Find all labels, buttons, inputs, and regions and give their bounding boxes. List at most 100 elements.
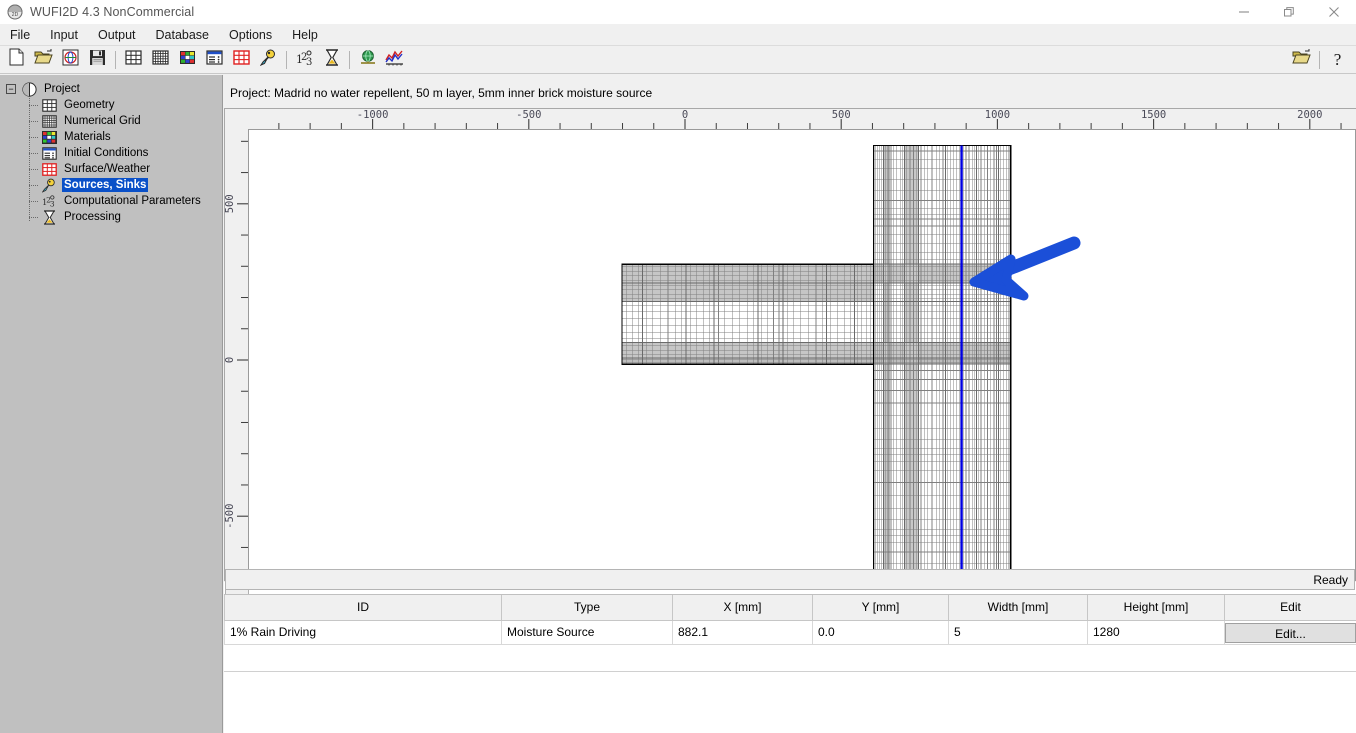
geometry-button[interactable] bbox=[121, 48, 146, 72]
close-button[interactable] bbox=[1311, 0, 1356, 24]
toolbar-separator bbox=[349, 51, 350, 69]
initial-conditions-button[interactable] bbox=[202, 48, 227, 72]
open-folder-icon bbox=[1292, 48, 1311, 71]
climate-button[interactable] bbox=[355, 48, 380, 72]
tree-branch-line bbox=[29, 121, 38, 122]
project-globe-icon bbox=[62, 49, 79, 71]
column-header-y[interactable]: Y [mm] bbox=[813, 595, 949, 620]
materials-color-grid-icon bbox=[179, 50, 196, 70]
horizontal-ruler: -1000-5000500100015002000 bbox=[248, 108, 1356, 129]
menu-database[interactable]: Database bbox=[147, 26, 219, 44]
sidebar-item-label: Sources, Sinks bbox=[62, 178, 148, 192]
sidebar-item-geometry[interactable]: Geometry bbox=[0, 97, 222, 113]
computational-parameters-button[interactable]: 1 2 3 bbox=[292, 48, 317, 72]
svg-text:3: 3 bbox=[50, 200, 55, 208]
project-tree-sidebar: − Project bbox=[0, 75, 223, 733]
svg-text:-500: -500 bbox=[516, 109, 541, 121]
hourglass-icon bbox=[325, 49, 339, 71]
tree-branch-line bbox=[29, 137, 38, 138]
geometry-grid-icon bbox=[125, 50, 142, 70]
toolbar-separator bbox=[1319, 51, 1320, 69]
open-recent-button[interactable] bbox=[1289, 48, 1314, 72]
toolbar-separator bbox=[115, 51, 116, 69]
numerical-grid-button[interactable] bbox=[148, 48, 173, 72]
sidebar-item-label: Computational Parameters bbox=[62, 194, 203, 208]
cell-width[interactable]: 5 bbox=[949, 620, 1088, 644]
sidebar-item-numerical-grid[interactable]: Numerical Grid bbox=[0, 113, 222, 129]
svg-text:-500: -500 bbox=[225, 504, 236, 529]
geometry-canvas[interactable] bbox=[248, 129, 1356, 581]
material-layer-bands bbox=[622, 145, 1011, 581]
new-document-button[interactable] bbox=[4, 48, 29, 72]
menu-help[interactable]: Help bbox=[283, 26, 327, 44]
column-header-type[interactable]: Type bbox=[502, 595, 673, 620]
cell-id[interactable]: 1% Rain Driving bbox=[225, 620, 502, 644]
geometry-grid-icon bbox=[42, 98, 57, 113]
sidebar-item-label: Geometry bbox=[62, 98, 117, 112]
help-button[interactable]: ? bbox=[1325, 48, 1350, 72]
open-document-button[interactable] bbox=[31, 48, 56, 72]
materials-button[interactable] bbox=[175, 48, 200, 72]
minimize-button[interactable] bbox=[1221, 0, 1266, 24]
surface-weather-button[interactable] bbox=[229, 48, 254, 72]
climate-globe-icon bbox=[359, 49, 377, 71]
column-header-x[interactable]: X [mm] bbox=[673, 595, 813, 620]
column-header-edit: Edit bbox=[1225, 595, 1356, 620]
window-title: WUFI2D 4.3 NonCommercial bbox=[30, 5, 194, 19]
table-header-row: ID Type X [mm] Y [mm] Width [mm] Height … bbox=[225, 595, 1356, 620]
processing-button[interactable] bbox=[319, 48, 344, 72]
cell-type[interactable]: Moisture Source bbox=[502, 620, 673, 644]
svg-text:2000: 2000 bbox=[1297, 109, 1322, 121]
tree-branch-line bbox=[29, 217, 38, 218]
sidebar-item-label: Surface/Weather bbox=[62, 162, 152, 176]
tree-item-project[interactable]: − Project bbox=[0, 81, 222, 97]
svg-text:2D: 2D bbox=[12, 12, 19, 18]
results-chart-icon bbox=[385, 49, 404, 71]
sidebar-item-label: Initial Conditions bbox=[62, 146, 150, 160]
geometry-mesh-drawing bbox=[249, 130, 1356, 581]
menu-file[interactable]: File bbox=[1, 26, 39, 44]
menu-input[interactable]: Input bbox=[41, 26, 87, 44]
sidebar-item-initial-conditions[interactable]: Initial Conditions bbox=[0, 145, 222, 161]
edit-button[interactable]: Edit... bbox=[1225, 623, 1356, 643]
sidebar-item-sources-sinks[interactable]: Sources, Sinks bbox=[0, 177, 222, 193]
cell-x[interactable]: 882.1 bbox=[673, 620, 813, 644]
tree-branch-line bbox=[29, 169, 38, 170]
menu-output[interactable]: Output bbox=[89, 26, 145, 44]
svg-text:500: 500 bbox=[225, 194, 236, 213]
save-button[interactable] bbox=[85, 48, 110, 72]
sidebar-item-materials[interactable]: Materials bbox=[0, 129, 222, 145]
sources-sinks-button[interactable] bbox=[256, 48, 281, 72]
column-header-width[interactable]: Width [mm] bbox=[949, 595, 1088, 620]
column-header-id[interactable]: ID bbox=[225, 595, 502, 620]
sidebar-item-label: Processing bbox=[62, 210, 123, 224]
initial-conditions-icon bbox=[42, 146, 57, 161]
svg-text:500: 500 bbox=[832, 109, 851, 121]
table-row[interactable]: 1% Rain Driving Moisture Source 882.1 0.… bbox=[225, 620, 1356, 644]
results-button[interactable] bbox=[382, 48, 407, 72]
cell-height[interactable]: 1280 bbox=[1088, 620, 1225, 644]
sidebar-item-processing[interactable]: Processing bbox=[0, 209, 222, 225]
vertical-ruler-ticks: -5000500 bbox=[225, 129, 248, 581]
project-button[interactable] bbox=[58, 48, 83, 72]
tree-branch-line bbox=[29, 105, 38, 106]
tree-branch-line bbox=[29, 201, 38, 202]
initial-conditions-icon bbox=[206, 50, 223, 70]
wufi-globe-icon: 2D bbox=[7, 4, 23, 20]
sidebar-item-computational-parameters[interactable]: 1 2 3 Computational Parameters bbox=[0, 193, 222, 209]
open-folder-icon bbox=[34, 48, 53, 71]
column-header-height[interactable]: Height [mm] bbox=[1088, 595, 1225, 620]
restore-button[interactable] bbox=[1266, 0, 1311, 24]
wufi2d-application-window: 2D WUFI2D 4.3 NonCommercial F bbox=[0, 0, 1356, 733]
hourglass-icon bbox=[42, 210, 57, 225]
sources-sinks-icon bbox=[42, 178, 57, 193]
cell-y[interactable]: 0.0 bbox=[813, 620, 949, 644]
floppy-disk-icon bbox=[89, 49, 106, 71]
status-text: Ready bbox=[1313, 573, 1348, 587]
menu-options[interactable]: Options bbox=[220, 26, 281, 44]
tree-expander-icon[interactable]: − bbox=[6, 84, 16, 94]
new-file-icon bbox=[8, 48, 25, 71]
question-mark-icon: ? bbox=[1334, 51, 1342, 68]
window-controls bbox=[1221, 0, 1356, 24]
sidebar-item-surface-weather[interactable]: Surface/Weather bbox=[0, 161, 222, 177]
